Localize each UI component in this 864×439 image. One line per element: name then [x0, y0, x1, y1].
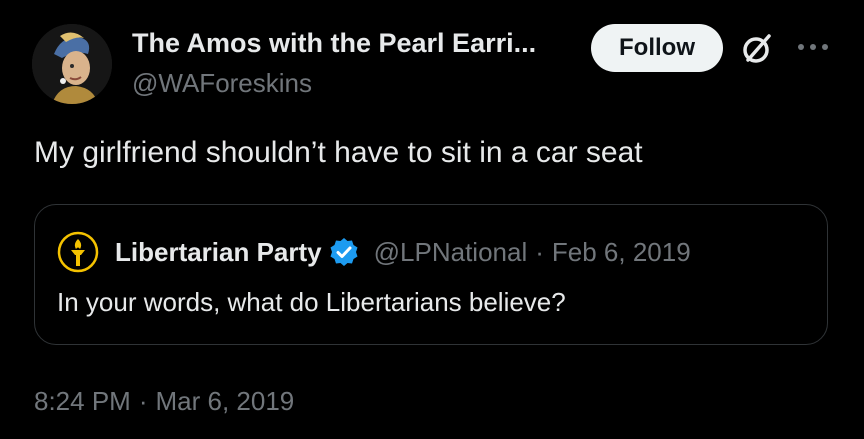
follow-button[interactable]: Follow	[591, 24, 723, 72]
more-dots-icon[interactable]	[795, 35, 831, 59]
quoted-tweet-text: In your words, what do Libertarians beli…	[57, 287, 566, 317]
tweet-timestamp[interactable]: 8:24 PM · Mar 6, 2019	[34, 386, 294, 417]
slashed-circle-icon[interactable]	[738, 29, 776, 67]
quoted-separator: ·	[535, 236, 544, 267]
timestamp-time: 8:24 PM	[34, 386, 131, 416]
avatar[interactable]	[32, 24, 112, 104]
author-handle[interactable]: @WAForeskins	[132, 68, 312, 99]
quoted-tweet-card[interactable]: Libertarian Party @LPNational · Feb 6, 2…	[34, 204, 828, 345]
author-display-name[interactable]: The Amos with the Pearl Earri...	[132, 28, 536, 59]
verified-badge-icon[interactable]	[328, 236, 360, 268]
quoted-author-handle[interactable]: @LPNational	[374, 237, 528, 268]
pearl-earring-portrait-avatar-icon	[32, 24, 112, 104]
quoted-author-name[interactable]: Libertarian Party	[115, 237, 322, 268]
torch-logo-icon[interactable]	[57, 231, 99, 273]
quoted-date[interactable]: Feb 6, 2019	[552, 237, 691, 268]
timestamp-date: Mar 6, 2019	[155, 386, 295, 416]
tweet-text: My girlfriend shouldn’t have to sit in a…	[34, 136, 643, 169]
timestamp-separator: ·	[138, 386, 148, 416]
quoted-tweet-header: Libertarian Party @LPNational · Feb 6, 2…	[115, 236, 691, 268]
